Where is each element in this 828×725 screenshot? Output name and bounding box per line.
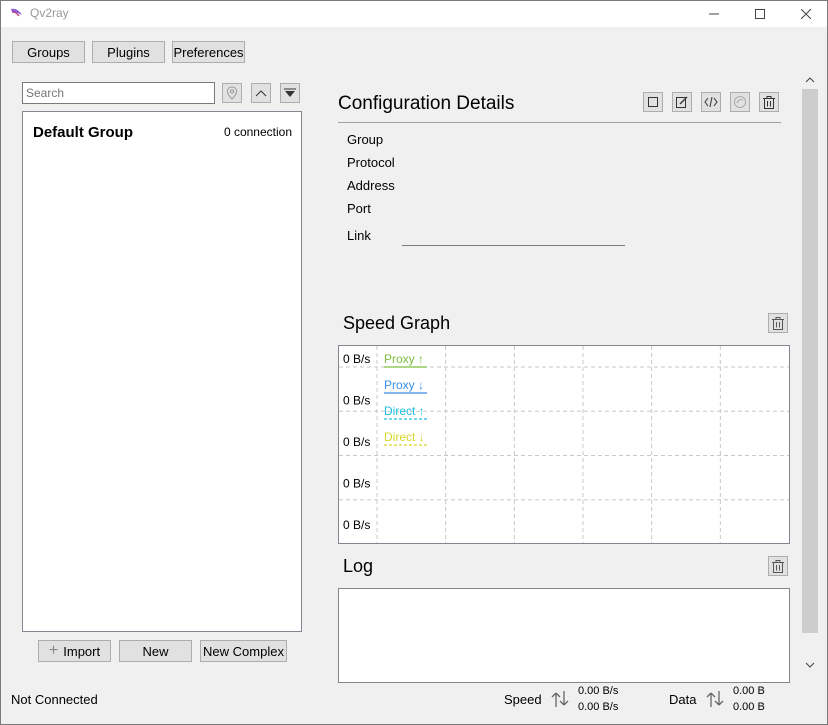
speed-graph-canvas: 0 B/s 0 B/s 0 B/s 0 B/s 0 B/s Proxy ↑ Proxy ↓ D… bbox=[339, 346, 789, 543]
speed-arrows-icon bbox=[551, 691, 569, 707]
group-label: Group bbox=[347, 132, 384, 147]
address-label: Address bbox=[347, 178, 395, 193]
minimize-icon bbox=[709, 13, 719, 15]
edit-button[interactable] bbox=[672, 92, 692, 112]
data-down-value: 0.00 B bbox=[733, 701, 765, 713]
new-button[interactable]: New bbox=[119, 640, 192, 662]
legend-item: Direct ↑ bbox=[384, 404, 425, 418]
new-complex-button[interactable]: New Complex bbox=[200, 640, 287, 662]
main-window: Qv2ray Groups Plugins Preferences Defaul bbox=[0, 0, 828, 725]
scroll-down-icon[interactable] bbox=[805, 662, 815, 669]
clear-log-button[interactable] bbox=[768, 556, 788, 576]
scrollbar-thumb[interactable] bbox=[802, 89, 818, 633]
dropdown-arrow-icon bbox=[284, 88, 296, 97]
y-tick-label: 0 B/s bbox=[343, 477, 370, 491]
locate-button[interactable] bbox=[222, 83, 242, 103]
import-button[interactable]: + Import bbox=[38, 640, 111, 662]
chevron-up-icon bbox=[255, 90, 267, 97]
title-bar: Qv2ray bbox=[1, 1, 827, 27]
legend-item: Direct ↓ bbox=[384, 430, 425, 444]
speed-graph: 0 B/s 0 B/s 0 B/s 0 B/s 0 B/s Proxy ↑ Proxy ↓ D… bbox=[338, 345, 790, 544]
link-field[interactable] bbox=[402, 245, 625, 246]
groups-button[interactable]: Groups bbox=[12, 41, 85, 63]
data-up-value: 0.00 B bbox=[733, 685, 765, 697]
search-input[interactable] bbox=[22, 82, 215, 104]
window-title: Qv2ray bbox=[30, 6, 69, 20]
y-tick-label: 0 B/s bbox=[343, 435, 370, 449]
scroll-up-icon[interactable] bbox=[805, 76, 815, 83]
edit-json-button[interactable] bbox=[701, 92, 721, 112]
legend-item: Proxy ↓ bbox=[384, 378, 424, 392]
log-area[interactable] bbox=[338, 588, 790, 683]
port-label: Port bbox=[347, 201, 371, 216]
data-arrows-icon bbox=[706, 691, 724, 707]
code-icon bbox=[704, 97, 718, 107]
y-tick-label: 0 B/s bbox=[343, 394, 370, 408]
square-icon bbox=[648, 97, 658, 107]
maximize-button[interactable] bbox=[737, 1, 783, 27]
connection-status: Not Connected bbox=[11, 692, 98, 707]
protocol-label: Protocol bbox=[347, 155, 395, 170]
group-name: Default Group bbox=[33, 124, 133, 141]
y-tick-label: 0 B/s bbox=[343, 352, 370, 366]
preferences-button[interactable]: Preferences bbox=[172, 41, 245, 63]
speed-graph-title: Speed Graph bbox=[343, 313, 451, 333]
plus-icon: + bbox=[48, 642, 59, 659]
group-connection-count: 0 connection bbox=[223, 125, 292, 139]
location-pin-icon bbox=[226, 86, 238, 100]
share-button[interactable] bbox=[730, 92, 750, 112]
trash-icon bbox=[772, 559, 784, 573]
log-title: Log bbox=[343, 556, 374, 576]
speed-up-value: 0.00 B/s bbox=[578, 685, 619, 697]
delete-connection-button[interactable] bbox=[759, 92, 779, 112]
trash-icon bbox=[772, 316, 784, 330]
connection-list[interactable]: Default Group 0 connection bbox=[22, 111, 302, 632]
expand-button[interactable] bbox=[280, 83, 300, 103]
data-label: Data bbox=[669, 692, 697, 707]
connect-toggle-button[interactable] bbox=[643, 92, 663, 112]
minimize-button[interactable] bbox=[691, 1, 737, 27]
trash-icon bbox=[763, 95, 775, 109]
link-label: Link bbox=[347, 228, 371, 243]
details-title: Configuration Details bbox=[338, 93, 515, 114]
speed-label: Speed bbox=[504, 692, 542, 707]
legend-item: Proxy ↑ bbox=[384, 352, 424, 366]
maximize-icon bbox=[755, 9, 765, 19]
details-scrollbar[interactable] bbox=[801, 71, 819, 675]
close-button[interactable] bbox=[783, 1, 828, 27]
close-icon bbox=[801, 9, 811, 19]
speed-down-value: 0.00 B/s bbox=[578, 701, 619, 713]
share-icon bbox=[734, 96, 746, 108]
collapse-button[interactable] bbox=[251, 83, 271, 103]
edit-icon bbox=[676, 96, 688, 108]
y-tick-label: 0 B/s bbox=[343, 518, 370, 532]
import-label: Import bbox=[63, 643, 101, 659]
details-divider bbox=[338, 122, 781, 123]
clear-speed-graph-button[interactable] bbox=[768, 313, 788, 333]
plugins-button[interactable]: Plugins bbox=[92, 41, 165, 63]
app-logo-icon bbox=[11, 8, 22, 17]
